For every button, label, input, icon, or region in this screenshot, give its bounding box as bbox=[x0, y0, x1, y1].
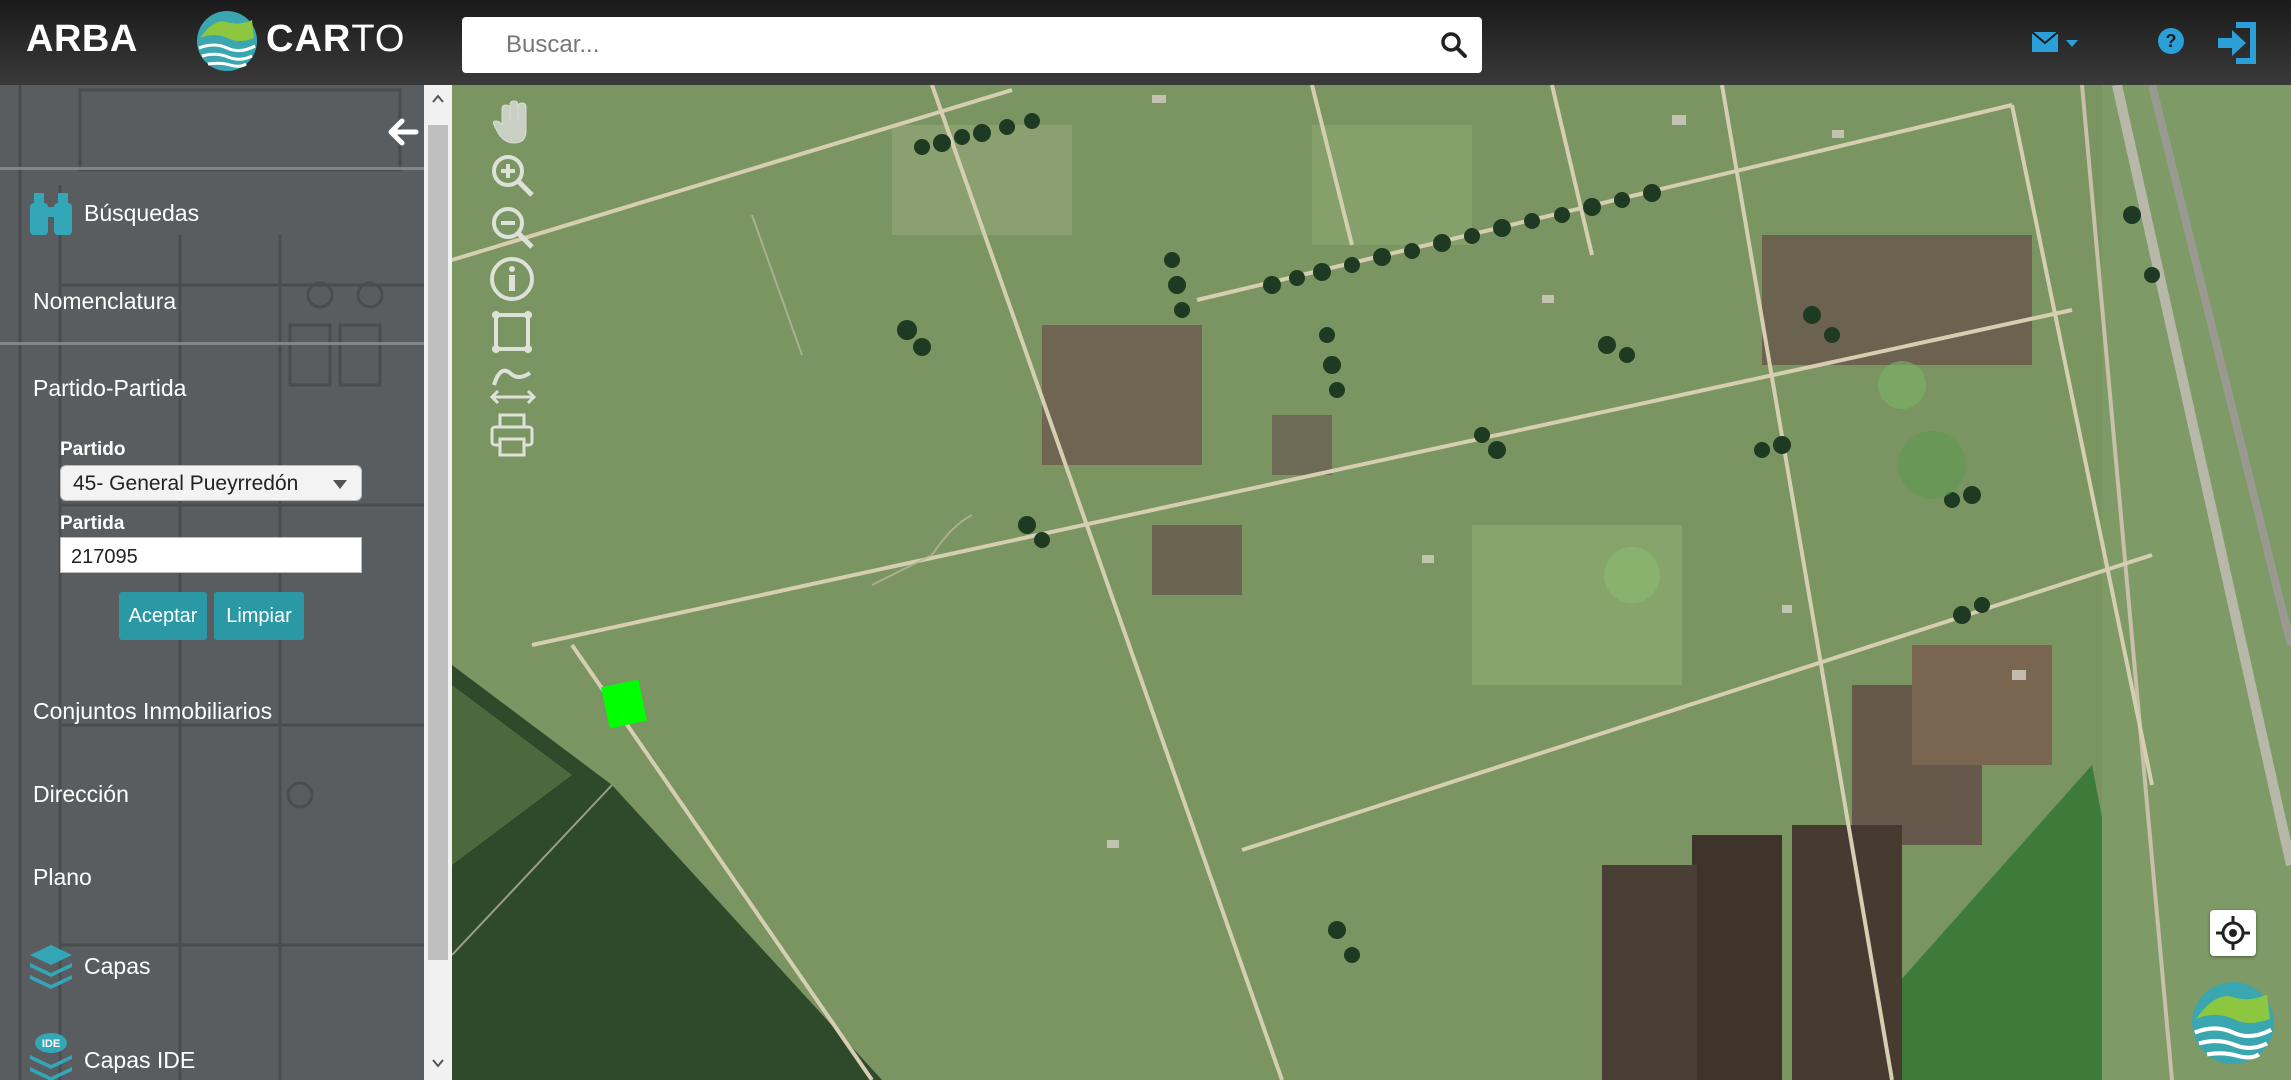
divider bbox=[0, 342, 424, 345]
locate-button[interactable] bbox=[2210, 910, 2256, 956]
partida-input[interactable] bbox=[60, 537, 362, 573]
help-icon[interactable]: ? bbox=[2156, 26, 2186, 56]
sidebar-item-partido-partida[interactable]: Partido-Partida bbox=[33, 375, 186, 402]
sidebar-item-plano[interactable]: Plano bbox=[33, 864, 92, 891]
scroll-down-icon[interactable] bbox=[430, 1055, 446, 1071]
top-bar: ARBA CARTO ? bbox=[0, 0, 2291, 85]
partido-select-value: 45- General Pueyrredón bbox=[73, 472, 299, 495]
carto-globe-icon bbox=[2192, 982, 2274, 1064]
divider bbox=[0, 167, 424, 170]
partido-select[interactable]: 45- General Pueyrredón bbox=[60, 465, 362, 501]
limpiar-button[interactable]: Limpiar bbox=[214, 592, 304, 640]
sidebar-item-direccion[interactable]: Dirección bbox=[33, 781, 129, 808]
carto-globe-icon bbox=[197, 11, 257, 71]
svg-text:?: ? bbox=[2166, 31, 2177, 51]
sidebar-item-conjuntos-inmobiliarios[interactable]: Conjuntos Inmobiliarios bbox=[33, 698, 272, 725]
mail-dropdown-icon[interactable] bbox=[2030, 28, 2082, 58]
layers-icon bbox=[30, 945, 72, 989]
partida-field-label: Partida bbox=[60, 513, 125, 534]
carto-logo-text: CARTO bbox=[266, 18, 406, 60]
search-icon[interactable] bbox=[1440, 31, 1468, 59]
busquedas-label[interactable]: Búsquedas bbox=[84, 200, 199, 227]
satellite-imagery bbox=[452, 85, 2291, 1080]
measure-area-icon[interactable] bbox=[488, 307, 538, 355]
ide-badge: IDE bbox=[42, 1038, 60, 1050]
crosshair-icon bbox=[2216, 916, 2250, 950]
scrollbar-thumb[interactable] bbox=[428, 125, 448, 960]
zoom-out-icon[interactable] bbox=[488, 203, 538, 251]
partido-field-label: Partido bbox=[60, 439, 126, 460]
satellite-map[interactable] bbox=[452, 85, 2291, 1080]
hand-icon[interactable] bbox=[488, 99, 538, 147]
sidebar-panel: Búsquedas Nomenclatura Partido-Partida P… bbox=[0, 85, 424, 1080]
sidebar-scrollbar[interactable] bbox=[424, 85, 452, 1080]
layers-ide-icon: IDE bbox=[30, 1033, 72, 1080]
measure-distance-icon[interactable] bbox=[488, 359, 538, 407]
sidebar-item-capas-ide[interactable]: Capas IDE bbox=[84, 1047, 195, 1074]
info-icon[interactable] bbox=[488, 255, 538, 303]
zoom-in-icon[interactable] bbox=[488, 151, 538, 199]
sidebar-item-capas[interactable]: Capas bbox=[84, 953, 150, 980]
sidebar-item-nomenclatura[interactable]: Nomenclatura bbox=[33, 288, 176, 315]
collapse-arrow-icon[interactable] bbox=[386, 115, 420, 149]
search-input[interactable] bbox=[462, 17, 1392, 73]
logout-icon[interactable] bbox=[2214, 18, 2264, 68]
binoculars-icon bbox=[30, 193, 72, 235]
search-bar[interactable] bbox=[462, 17, 1482, 73]
chevron-down-icon bbox=[333, 480, 347, 489]
aceptar-button[interactable]: Aceptar bbox=[119, 592, 207, 640]
scroll-up-icon[interactable] bbox=[430, 91, 446, 107]
print-icon[interactable] bbox=[488, 411, 538, 459]
arba-logo-text: ARBA bbox=[26, 18, 138, 60]
